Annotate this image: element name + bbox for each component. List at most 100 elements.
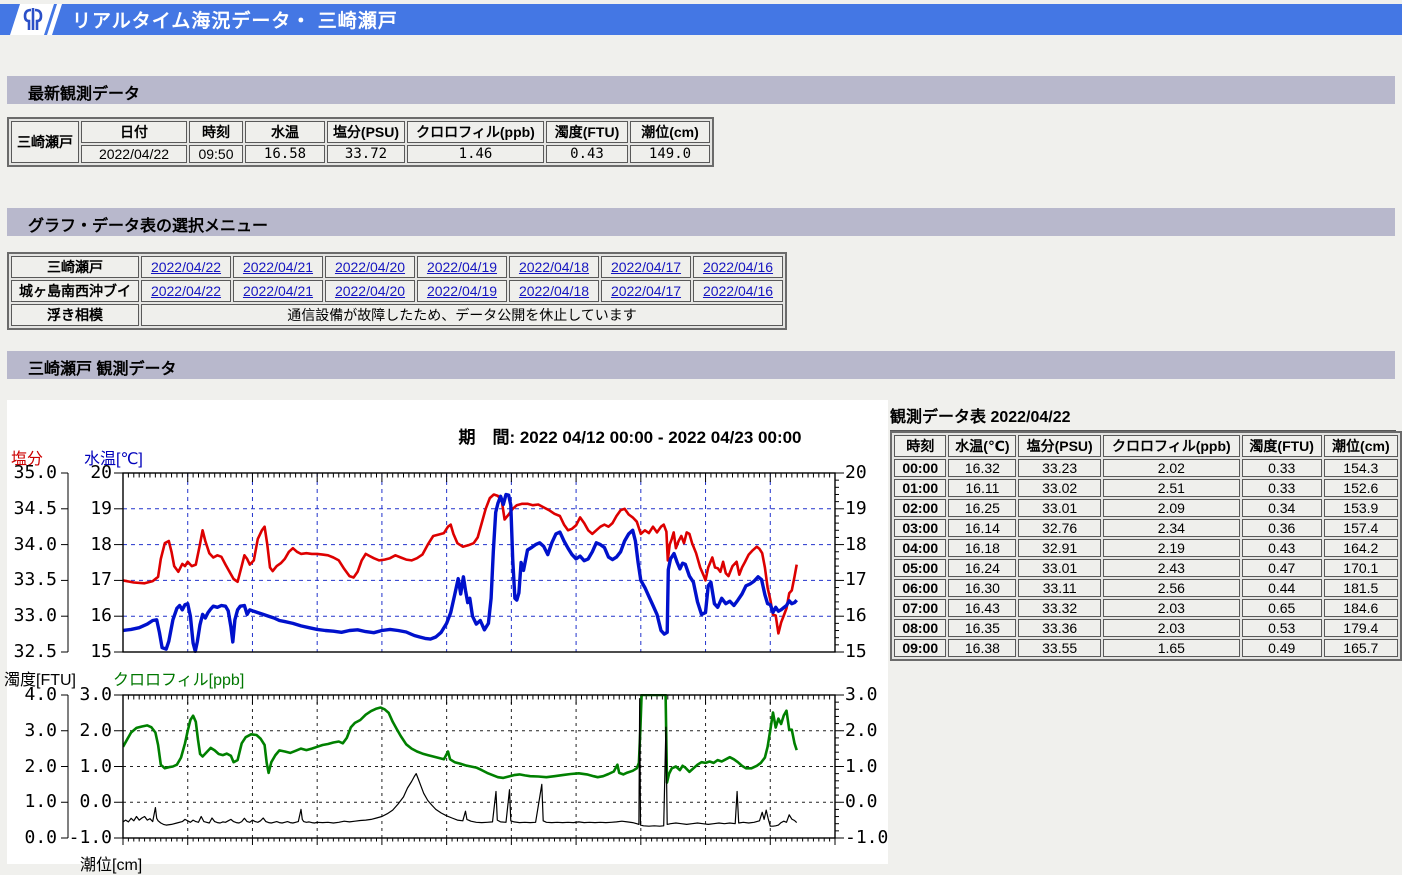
row-value-cell: 0.49 [1242,639,1322,657]
latest-chlorophyll-value: 1.46 [407,145,544,163]
date-link[interactable]: 2022/04/22 [151,259,221,275]
date-link[interactable]: 2022/04/20 [335,259,405,275]
row-value-cell: 1.65 [1103,639,1240,657]
data-table-title: 観測データ表 2022/04/22 [890,403,1396,432]
table-row: 01:0016.1133.022.510.33152.6 [894,479,1398,497]
date-link[interactable]: 2022/04/18 [519,283,589,299]
row-value-cell: 170.1 [1324,559,1398,577]
latest-header-chlorophyll: クロロフィル(ppb) [407,121,544,143]
table-row: 07:0016.4333.322.030.65184.6 [894,599,1398,617]
row-value-cell: 154.3 [1324,459,1398,477]
row-value-cell: 184.6 [1324,599,1398,617]
row-time-cell: 06:00 [894,579,946,597]
menu-date-cell: 2022/04/22 [141,256,231,278]
chart-period-title: 期 間: 2022 04/12 00:00 - 2022 04/23 00:00 [390,423,870,448]
date-link[interactable]: 2022/04/19 [427,259,497,275]
row-time-cell: 03:00 [894,519,946,537]
chlorophyll-tick-label: 0.0 [62,792,112,812]
temp-right-tick-label: 18 [845,535,897,555]
row-value-cell: 2.19 [1103,539,1240,557]
date-link[interactable]: 2022/04/18 [519,259,589,275]
turbidity-tick-label: 2.0 [4,757,57,777]
section-latest-data: 最新観測データ [7,76,1395,104]
row-value-cell: 0.44 [1242,579,1322,597]
turbidity-tick-label: 4.0 [4,685,57,705]
menu-date-cell: 2022/04/19 [417,256,507,278]
temp-tick-label: 16 [62,606,112,626]
row-value-cell: 33.36 [1018,619,1101,637]
temp-right-tick-label: 17 [845,570,897,590]
row-time-cell: 04:00 [894,539,946,557]
row-value-cell: 181.5 [1324,579,1398,597]
row-value-cell: 33.32 [1018,599,1101,617]
row-value-cell: 16.25 [948,499,1016,517]
page-title: リアルタイム海況データ・ 三崎瀬戸 [72,6,398,33]
date-link[interactable]: 2022/04/17 [611,259,681,275]
row-value-cell: 157.4 [1324,519,1398,537]
salinity-tick-label: 34.0 [4,535,57,555]
section-observation: 三崎瀬戸 観測データ [7,351,1395,379]
row-value-cell: 2.43 [1103,559,1240,577]
menu-date-cell: 2022/04/16 [693,280,783,302]
menu-date-cell: 2022/04/19 [417,280,507,302]
chlorophyll-right-tick-label: 1.0 [845,757,897,777]
section-menu-label: グラフ・データ表の選択メニュー [7,208,1395,236]
tide-axis-label-cutoff: 潮位[cm] [80,851,142,875]
row-value-cell: 2.03 [1103,619,1240,637]
row-value-cell: 33.55 [1018,639,1101,657]
table-row: 09:0016.3833.551.650.49165.7 [894,639,1398,657]
row-value-cell: 152.6 [1324,479,1398,497]
temp-right-tick-label: 16 [845,606,897,626]
row-value-cell: 2.03 [1103,599,1240,617]
salinity-tick-label: 35.0 [4,463,57,483]
temp-tick-label: 20 [62,463,112,483]
row-value-cell: 0.43 [1242,539,1322,557]
chlorophyll-tick-label: -1.0 [62,828,112,848]
table-row: 06:0016.3033.112.560.44181.5 [894,579,1398,597]
menu-date-cell: 2022/04/16 [693,256,783,278]
chlorophyll-right-tick-label: 2.0 [845,721,897,741]
menu-date-cell: 2022/04/17 [601,280,691,302]
row-value-cell: 16.14 [948,519,1016,537]
date-selection-menu-table: 三崎瀬戸2022/04/222022/04/212022/04/202022/0… [7,252,787,330]
date-link[interactable]: 2022/04/16 [703,259,773,275]
date-link[interactable]: 2022/04/19 [427,283,497,299]
latest-header-tide: 潮位(cm) [630,121,710,143]
temp-right-tick-label: 19 [845,499,897,519]
data-table-header: 時刻 [894,435,946,457]
date-link[interactable]: 2022/04/16 [703,283,773,299]
row-value-cell: 0.53 [1242,619,1322,637]
data-table-header: 水温(℃) [948,435,1016,457]
row-value-cell: 16.18 [948,539,1016,557]
temp-salinity-chart [123,473,835,652]
salinity-tick-label: 33.0 [4,606,57,626]
row-time-cell: 09:00 [894,639,946,657]
date-link[interactable]: 2022/04/20 [335,283,405,299]
data-table-header: クロロフィル(ppb) [1103,435,1240,457]
turbidity-chlorophyll-chart [123,695,835,838]
temp-tick-label: 18 [62,535,112,555]
row-time-cell: 05:00 [894,559,946,577]
row-value-cell: 2.34 [1103,519,1240,537]
section-menu: グラフ・データ表の選択メニュー [7,208,1395,236]
row-time-cell: 08:00 [894,619,946,637]
menu-date-cell: 2022/04/22 [141,280,231,302]
menu-site-label: 浮き相模 [11,304,139,326]
date-link[interactable]: 2022/04/21 [243,259,313,275]
hourly-data-table: 時刻水温(℃)塩分(PSU)クロロフィル(ppb)濁度(FTU)潮位(cm)00… [890,431,1402,661]
menu-site-label: 城ヶ島南西沖ブイ [11,280,139,302]
date-link[interactable]: 2022/04/22 [151,283,221,299]
row-value-cell: 16.11 [948,479,1016,497]
row-value-cell: 33.02 [1018,479,1101,497]
temp-right-tick-label: 15 [845,642,897,662]
row-value-cell: 179.4 [1324,619,1398,637]
date-link[interactable]: 2022/04/21 [243,283,313,299]
menu-date-cell: 2022/04/17 [601,256,691,278]
row-value-cell: 2.56 [1103,579,1240,597]
row-value-cell: 0.33 [1242,479,1322,497]
latest-tide-value: 149.0 [630,145,710,163]
turbidity-tick-label: 1.0 [4,792,57,812]
row-time-cell: 01:00 [894,479,946,497]
table-row: 04:0016.1832.912.190.43164.2 [894,539,1398,557]
date-link[interactable]: 2022/04/17 [611,283,681,299]
